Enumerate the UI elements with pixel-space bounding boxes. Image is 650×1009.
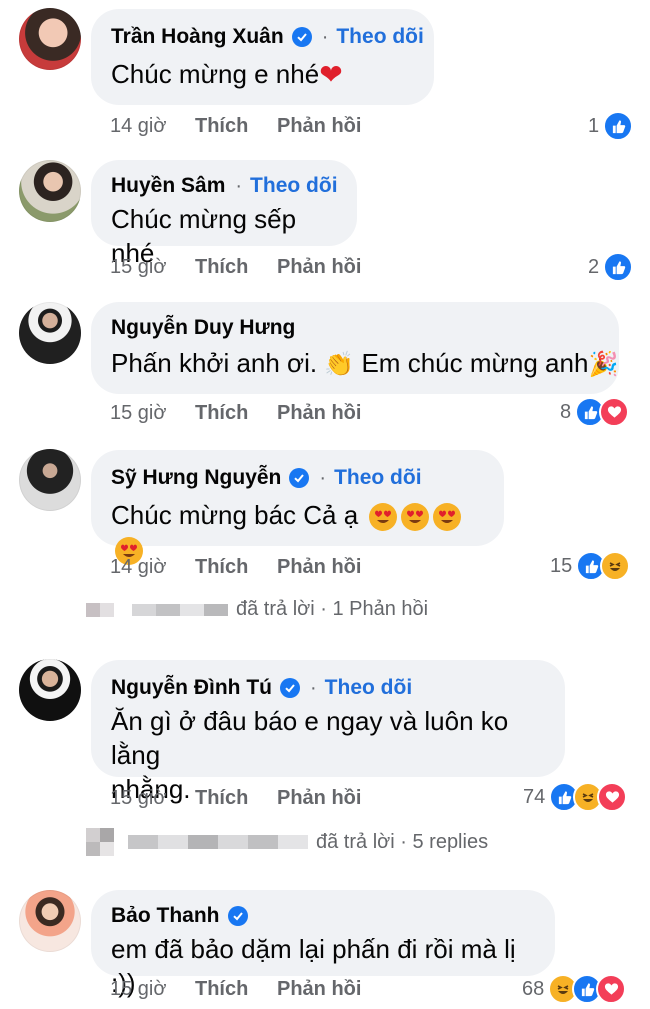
verified-badge-icon	[280, 678, 300, 698]
party-popper-icon: 🎉	[588, 351, 619, 378]
reaction-summary[interactable]: 8	[560, 397, 630, 427]
clapping-hands-icon: 👏	[324, 351, 355, 378]
comment-text: Phấn khởi anh ơi. 👏 Em chúc mừng anh🎉	[111, 348, 619, 378]
comment-actions: 14 giờ Thích Phản hồi	[110, 553, 361, 581]
commenter-name[interactable]: Bảo Thanh	[111, 904, 220, 928]
like-button[interactable]: Thích	[195, 978, 277, 1001]
reaction-count: 8	[560, 400, 572, 423]
commenter-name[interactable]: Trần Hoàng Xuân	[111, 25, 284, 49]
heart-eyes-emoji-icon	[433, 503, 462, 532]
reply-button[interactable]: Phản hồi	[277, 115, 361, 138]
separator-dot: ·	[321, 25, 329, 48]
comment-bubble: Nguyễn Duy Hưng Phấn khởi anh ơi. 👏 Em c…	[91, 302, 619, 394]
like-reaction-icon	[603, 252, 634, 282]
reaction-count: 2	[588, 255, 600, 278]
timestamp[interactable]: 15 giờ	[110, 787, 195, 810]
reaction-summary[interactable]: 1	[588, 111, 634, 141]
blurred-name-icon	[132, 603, 228, 616]
commenter-name[interactable]: Nguyễn Đình Tú	[111, 676, 272, 700]
timestamp[interactable]: 14 giờ	[110, 556, 195, 579]
follow-button[interactable]: Theo dõi	[250, 174, 338, 198]
separator-dot: ·	[319, 466, 327, 489]
avatar[interactable]	[19, 449, 81, 511]
commenter-name[interactable]: Nguyễn Duy Hưng	[111, 316, 295, 340]
like-button[interactable]: Thích	[195, 402, 277, 425]
comment-actions: 15 giờ Thích Phản hồi	[110, 399, 361, 427]
reaction-summary[interactable]: 15	[550, 551, 631, 581]
red-heart-icon: ❤	[319, 59, 343, 90]
follow-button[interactable]: Theo dõi	[325, 676, 413, 700]
comment-bubble: Sỹ Hưng Nguyễn · Theo dõi Chúc mừng bác …	[91, 450, 504, 566]
reaction-summary[interactable]: 74	[523, 782, 628, 812]
love-reaction-icon	[599, 397, 630, 427]
like-button[interactable]: Thích	[195, 256, 277, 279]
blurred-avatar-icon	[86, 828, 114, 856]
verified-badge-icon	[289, 468, 310, 488]
separator-dot: ·	[235, 174, 243, 197]
avatar[interactable]	[19, 659, 81, 721]
comment-bubble: Huyền Sâm · Theo dõi Chúc mừng sếp nhé	[91, 160, 357, 268]
comment-actions: 15 giờ Thích Phản hồi	[110, 975, 361, 1003]
reply-button[interactable]: Phản hồi	[277, 402, 361, 425]
timestamp[interactable]: 15 giờ	[110, 256, 195, 279]
comment-text: Chúc mừng e nhé❤	[111, 59, 343, 90]
comment-bubble: Nguyễn Đình Tú · Theo dõi Ăn gì ở đâu bá…	[91, 660, 565, 804]
view-replies-link[interactable]: đã trả lời · 1 Phản hồi	[86, 598, 428, 621]
timestamp[interactable]: 14 giờ	[110, 115, 195, 138]
avatar[interactable]	[19, 8, 81, 70]
view-replies-link[interactable]: đã trả lời · 5 replies	[86, 828, 488, 856]
reaction-summary[interactable]: 2	[588, 252, 634, 282]
separator-dot: ·	[310, 676, 317, 699]
avatar[interactable]	[19, 302, 81, 364]
replies-summary[interactable]: đã trả lời · 5 replies	[316, 831, 488, 854]
timestamp[interactable]: 15 giờ	[110, 978, 195, 1001]
comment-actions: 14 giờ Thích Phản hồi	[110, 112, 361, 140]
replies-summary[interactable]: đã trả lời · 1 Phản hồi	[236, 598, 428, 621]
timestamp[interactable]: 15 giờ	[110, 402, 195, 425]
like-reaction-icon	[603, 111, 634, 141]
verified-badge-icon	[291, 27, 312, 47]
follow-button[interactable]: Theo dõi	[336, 25, 424, 49]
heart-eyes-emoji-icon	[401, 503, 430, 532]
reaction-summary[interactable]: 68	[522, 974, 627, 1004]
comment-actions: 15 giờ Thích Phản hồi	[110, 253, 361, 281]
reply-button[interactable]: Phản hồi	[277, 787, 361, 810]
blurred-name-icon	[128, 835, 308, 849]
avatar[interactable]	[19, 890, 81, 952]
follow-button[interactable]: Theo dõi	[334, 466, 422, 490]
commenter-name[interactable]: Sỹ Hưng Nguyễn	[111, 466, 281, 490]
reaction-count: 74	[523, 785, 546, 808]
love-reaction-icon	[597, 782, 628, 812]
love-reaction-icon	[596, 974, 627, 1004]
like-button[interactable]: Thích	[195, 556, 277, 579]
reaction-count: 68	[522, 977, 545, 1000]
reply-button[interactable]: Phản hồi	[277, 256, 361, 279]
comment-bubble: Trần Hoàng Xuân · Theo dõi Chúc mừng e n…	[91, 9, 434, 105]
avatar[interactable]	[19, 160, 81, 222]
comment-bubble: Bảo Thanh em đã bảo dặm lại phấn đi rồi …	[91, 890, 555, 998]
reaction-count: 15	[550, 554, 573, 577]
heart-eyes-emoji-icon	[369, 503, 398, 532]
like-button[interactable]: Thích	[195, 115, 277, 138]
reply-button[interactable]: Phản hồi	[277, 978, 361, 1001]
reply-button[interactable]: Phản hồi	[277, 556, 361, 579]
reaction-count: 1	[588, 114, 600, 137]
commenter-name[interactable]: Huyền Sâm	[111, 174, 225, 198]
verified-badge-icon	[227, 906, 248, 926]
blurred-avatar-icon	[86, 602, 114, 617]
like-button[interactable]: Thích	[195, 787, 277, 810]
haha-reaction-icon	[600, 551, 631, 581]
comment-actions: 15 giờ Thích Phản hồi	[110, 784, 361, 812]
